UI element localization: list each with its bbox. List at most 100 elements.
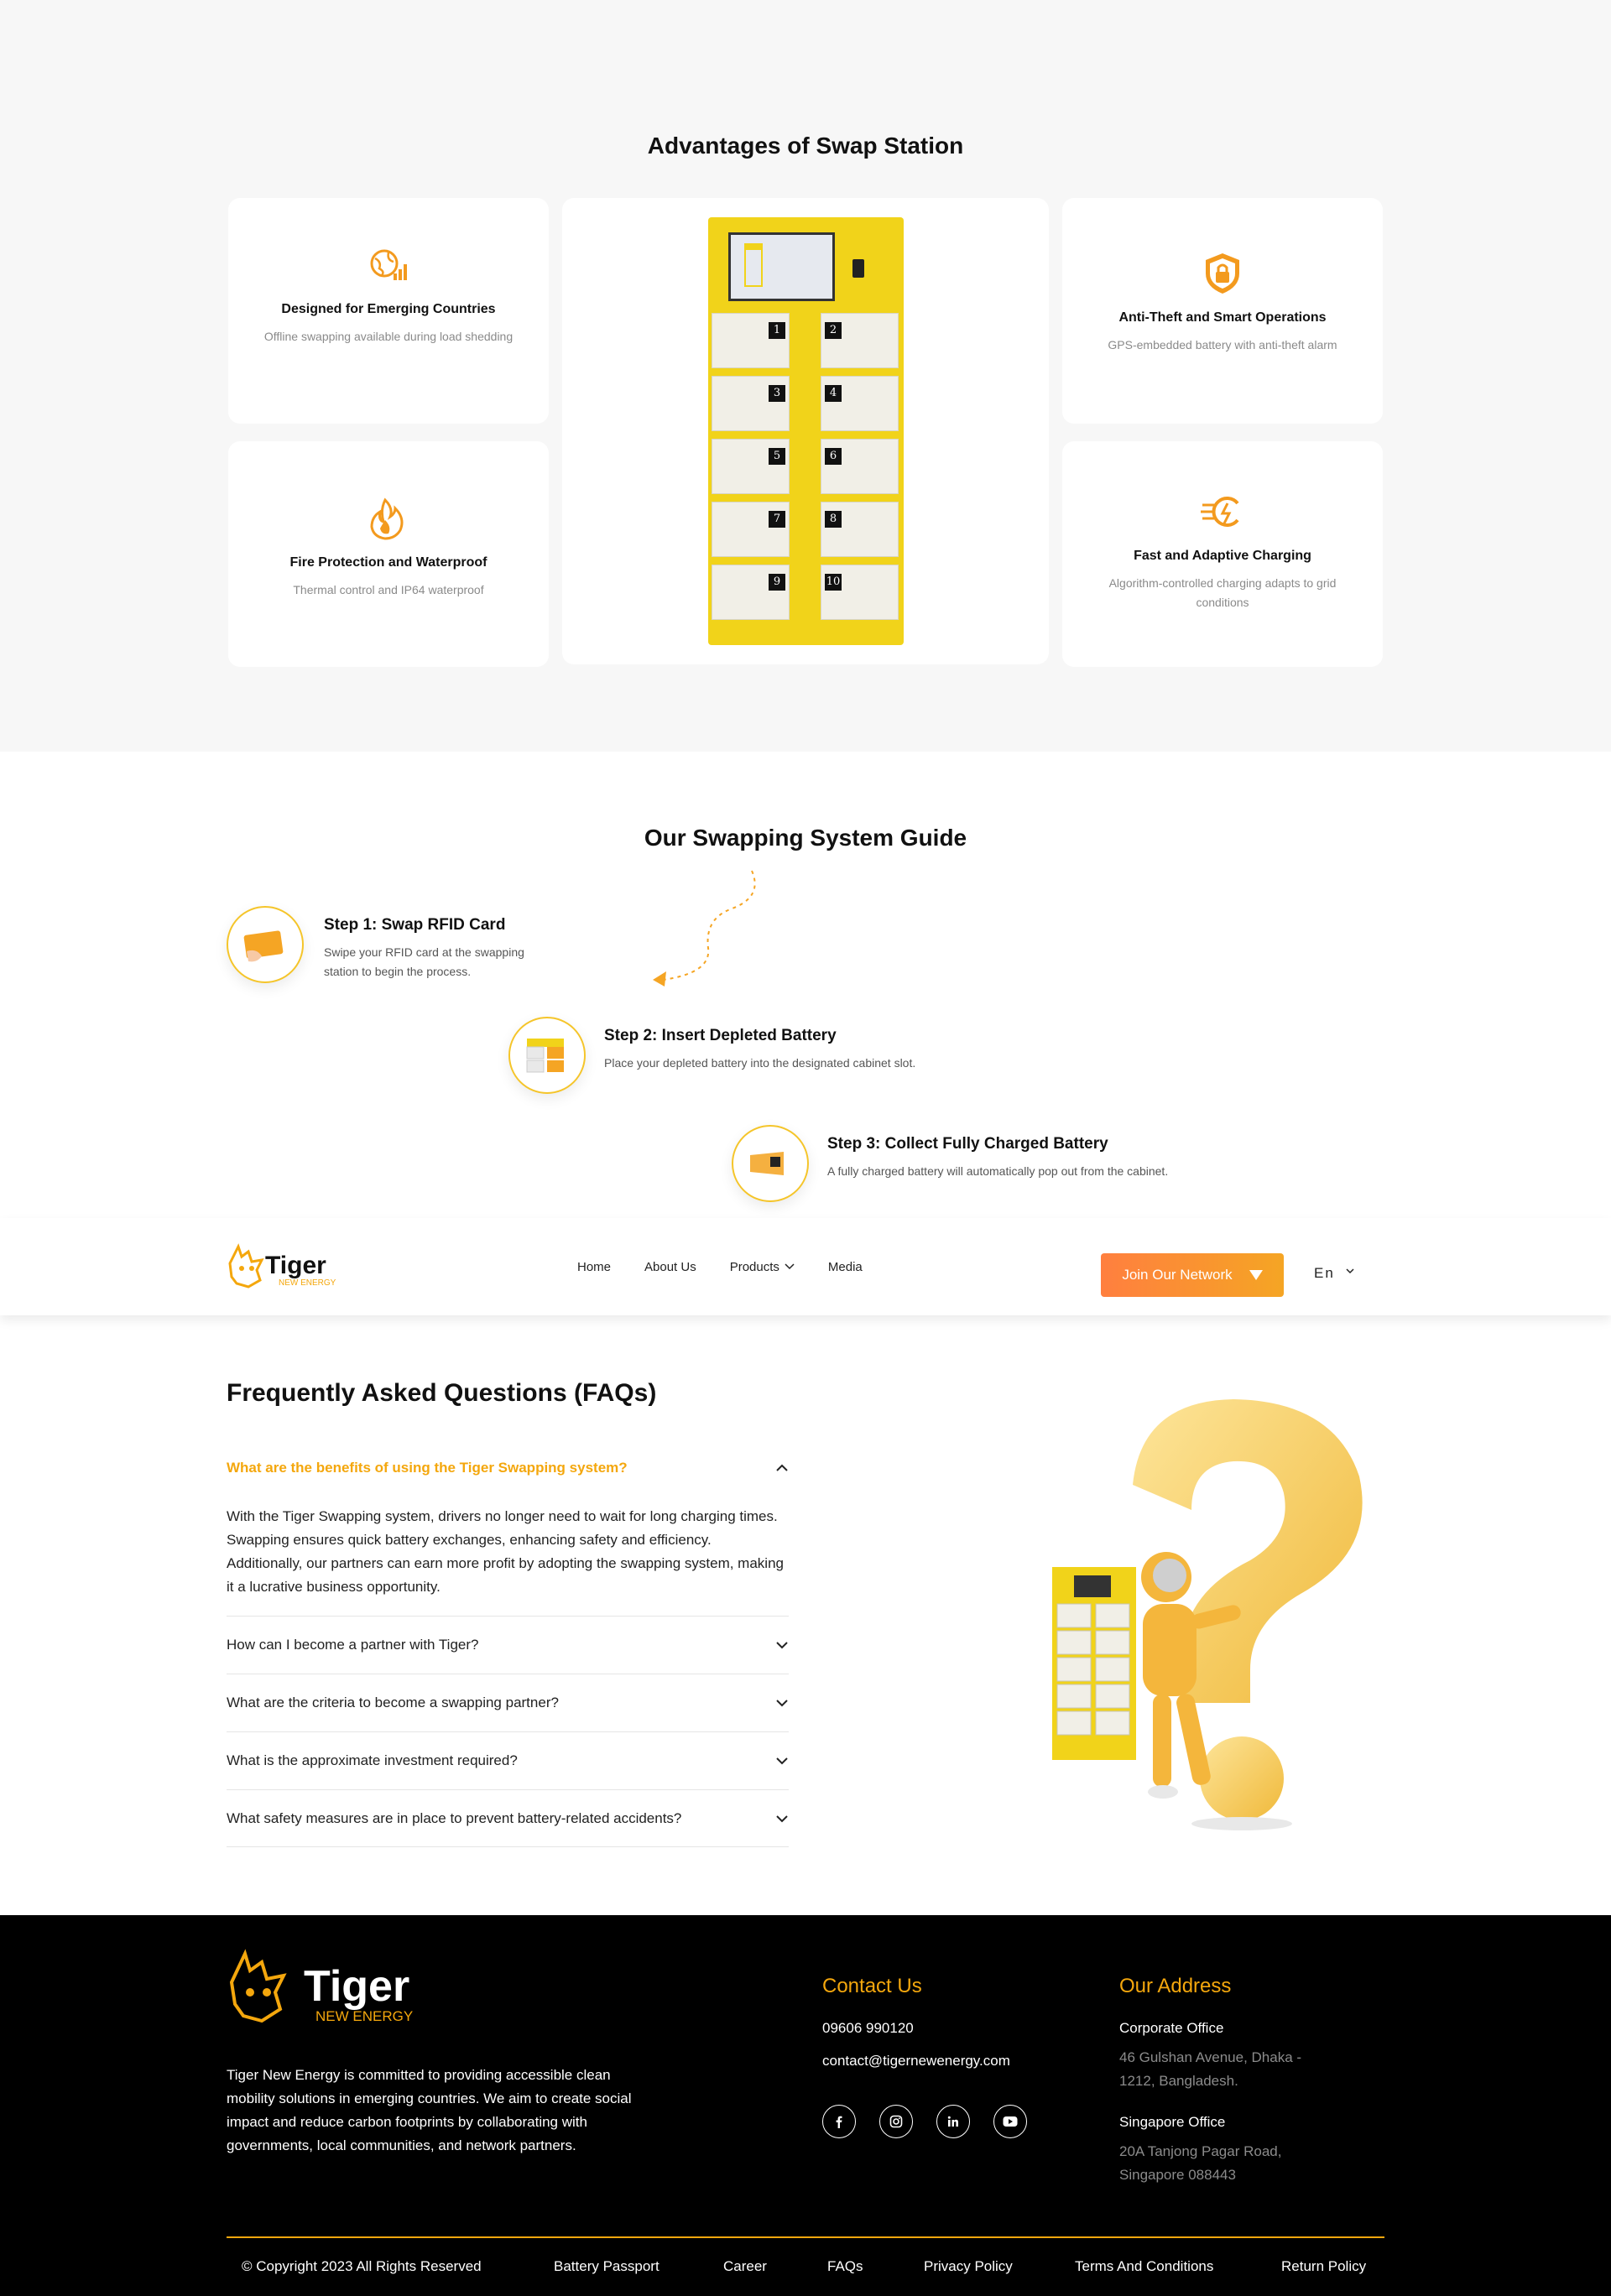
locker-door: 10	[821, 565, 899, 620]
corporate-office-address: 46 Gulshan Avenue, Dhaka - 1212, Banglad…	[1119, 2049, 1302, 2089]
footer-link-privacy-policy[interactable]: Privacy Policy	[924, 2258, 1013, 2275]
advantage-card-title: Designed for Emerging Countries	[281, 302, 496, 316]
fire-shield-icon	[370, 497, 404, 540]
footer-about-text: Tiger New Energy is committed to providi…	[227, 2067, 632, 2153]
step-title: Step 1: Swap RFID Card	[324, 916, 506, 934]
step-title: Step 2: Insert Depleted Battery	[604, 1027, 837, 1044]
language-label: En	[1314, 1265, 1335, 1281]
step-desc: A fully charged battery will automatical…	[827, 1164, 1169, 1178]
swap-station-image: 1 2 3 4 5 6 7 8 9 10	[708, 217, 904, 645]
footer-phone[interactable]: 09606 990120	[822, 2020, 914, 2037]
advantage-card-anti-theft: Anti-Theft and Smart Operations GPS-embe…	[1062, 198, 1383, 424]
slot-number: 1	[769, 322, 785, 339]
advantage-card-desc: Algorithm-controlled charging adapts to …	[1108, 576, 1337, 609]
footer-link-career[interactable]: Career	[723, 2258, 767, 2275]
rfid-card-icon	[227, 906, 304, 983]
faq-divider	[227, 1846, 789, 1847]
guide-title: Our Swapping System Guide	[644, 825, 967, 851]
footer-link-faqs[interactable]: FAQs	[827, 2258, 863, 2275]
nav-link-products-label: Products	[729, 1259, 779, 1274]
faq-title: Frequently Asked Questions (FAQs)	[227, 1379, 657, 1407]
advantage-card-title: Anti-Theft and Smart Operations	[1118, 310, 1327, 325]
nav-link-products[interactable]: Products	[730, 1260, 795, 1274]
footer-logo[interactable]: Tiger NEW ENERGY	[227, 1949, 428, 2033]
brand-name: Tiger	[265, 1252, 326, 1279]
faq-item: What are the criteria to become a swappi…	[227, 1695, 789, 1711]
advantage-card-title: Fast and Adaptive Charging	[1134, 549, 1311, 563]
step-desc: Place your depleted battery into the des…	[604, 1056, 916, 1070]
nav-link-about[interactable]: About Us	[644, 1260, 696, 1274]
locker-door: 6	[821, 439, 899, 494]
footer-link-battery-passport[interactable]: Battery Passport	[554, 2258, 660, 2275]
brand-sub: NEW ENERGY	[279, 1278, 336, 1288]
step-title: Step 3: Collect Fully Charged Battery	[827, 1135, 1108, 1153]
globe-signal-icon	[370, 249, 407, 280]
slot-number: 3	[769, 385, 785, 402]
faq-question[interactable]: What is the approximate investment requi…	[227, 1752, 789, 1769]
slot-number: 9	[769, 574, 785, 591]
slot-number: 6	[825, 448, 842, 465]
facebook-icon[interactable]	[822, 2105, 856, 2138]
faq-item-open: What are the benefits of using the Tiger…	[227, 1460, 789, 1476]
locker-door: 3	[712, 376, 790, 431]
advantage-card-desc: GPS-embedded battery with anti-theft ala…	[1108, 338, 1337, 351]
slot-number: 5	[769, 448, 785, 465]
footer-link-return-policy[interactable]: Return Policy	[1281, 2258, 1366, 2275]
faq-question[interactable]: What safety measures are in place to pre…	[227, 1810, 789, 1827]
faq-question-text: How can I become a partner with Tiger?	[227, 1637, 479, 1653]
sticky-header: Tiger NEW ENERGY Home About Us Products …	[0, 1218, 1611, 1315]
chevron-down-icon	[1346, 1268, 1354, 1274]
tiger-logo-icon: Tiger NEW ENERGY	[228, 1243, 336, 1289]
chevron-down-icon	[776, 1815, 788, 1823]
advantages-section: Advantages of Swap Station Designed for …	[0, 0, 1611, 752]
chevron-down-icon	[785, 1263, 795, 1270]
corporate-office-label: Corporate Office	[1119, 2020, 1224, 2036]
youtube-icon[interactable]	[993, 2105, 1027, 2138]
locker-door: 9	[712, 565, 790, 620]
station-screen	[728, 232, 835, 301]
advantage-card-title: Fire Protection and Waterproof	[289, 555, 487, 570]
faq-question[interactable]: What are the criteria to become a swappi…	[227, 1695, 789, 1711]
faq-question[interactable]: How can I become a partner with Tiger?	[227, 1637, 789, 1653]
locker-door: 2	[821, 313, 899, 368]
chevron-down-icon	[776, 1757, 788, 1765]
instagram-icon[interactable]	[879, 2105, 913, 2138]
header-logo[interactable]: Tiger NEW ENERGY	[227, 1243, 352, 1294]
footer-address-title: Our Address	[1119, 1975, 1232, 1997]
linkedin-icon[interactable]	[936, 2105, 970, 2138]
advantage-card-desc: Thermal control and IP64 waterproof	[293, 583, 484, 596]
advantage-card-desc: Offline swapping available during load s…	[263, 330, 514, 343]
faq-question[interactable]: What are the benefits of using the Tiger…	[227, 1460, 789, 1476]
singapore-office-label: Singapore Office	[1119, 2114, 1226, 2130]
faq-answer: With the Tiger Swapping system, drivers …	[227, 1508, 784, 1595]
main-nav: Home About Us Products Media	[577, 1218, 863, 1315]
faq-item: How can I become a partner with Tiger?	[227, 1637, 789, 1653]
advantage-card-fire: Fire Protection and Waterproof Thermal c…	[228, 441, 549, 667]
fast-charge-icon	[1201, 497, 1239, 527]
language-selector[interactable]: En	[1314, 1265, 1354, 1282]
faq-question-text: What are the benefits of using the Tiger…	[227, 1460, 628, 1476]
slot-number: 4	[825, 385, 842, 402]
slot-number: 10	[825, 574, 842, 591]
advantages-title: Advantages of Swap Station	[647, 133, 964, 159]
tiger-logo-icon: Tiger NEW ENERGY	[229, 1949, 413, 2024]
slot-number: 7	[769, 511, 785, 528]
nav-link-media[interactable]: Media	[828, 1260, 863, 1274]
faq-question-text: What safety measures are in place to pre…	[227, 1810, 682, 1826]
locker-door: 5	[712, 439, 790, 494]
slot-number: 2	[825, 322, 842, 339]
chevron-down-icon	[776, 1700, 788, 1707]
insert-battery-icon	[508, 1017, 586, 1094]
step-desc: Swipe your RFID card at the swapping sta…	[324, 945, 524, 978]
nav-link-home[interactable]: Home	[577, 1260, 611, 1274]
footer-email[interactable]: contact@tigernewenergy.com	[822, 2053, 1010, 2070]
singapore-office-address: 20A Tanjong Pagar Road, Singapore 088443	[1119, 2143, 1282, 2183]
faq-illustration-question-mark	[1052, 1399, 1363, 1830]
join-network-button[interactable]: Join Our Network	[1101, 1253, 1284, 1297]
faq-question-text: What is the approximate investment requi…	[227, 1752, 518, 1768]
footer-link-terms[interactable]: Terms And Conditions	[1075, 2258, 1213, 2275]
locker-door: 7	[712, 502, 790, 557]
footer-brand-name: Tiger	[304, 1962, 409, 2011]
faq-divider	[227, 1616, 789, 1617]
slot-number: 8	[825, 511, 842, 528]
